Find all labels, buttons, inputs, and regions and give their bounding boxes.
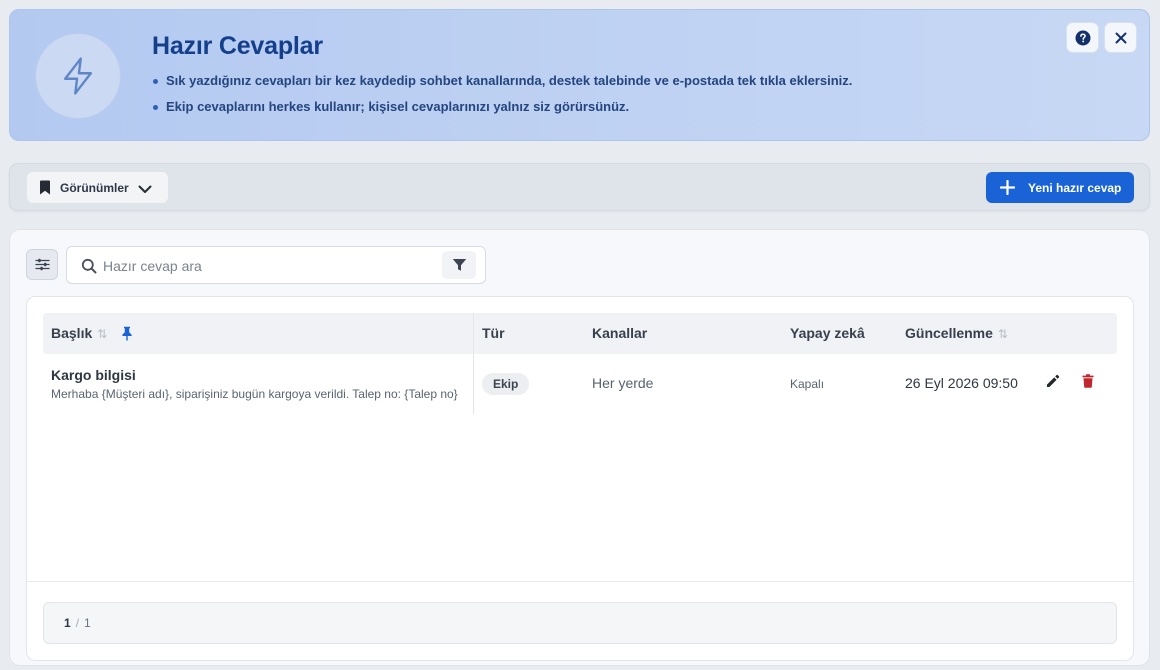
ai-status: Kapalı <box>790 377 825 391</box>
sliders-icon <box>34 258 50 271</box>
column-header-ai[interactable]: Yapay zekâ <box>790 313 865 354</box>
total-pages: 1 <box>84 616 91 630</box>
filter-icon <box>452 259 466 271</box>
channels-value: Her yerde <box>592 375 654 391</box>
bookmark-icon <box>40 180 50 195</box>
delete-icon[interactable] <box>1082 374 1094 388</box>
search-icon <box>81 258 97 274</box>
sort-icon: ⇅ <box>97 327 108 341</box>
search-input[interactable] <box>103 255 433 277</box>
column-header-type[interactable]: Tür <box>482 313 505 354</box>
reply-title: Kargo bilgisi <box>51 367 136 383</box>
views-dropdown[interactable]: Görünümler <box>27 172 168 203</box>
banner-bullet-list: Sık yazdığınız cevapları bir kez kaydedi… <box>152 73 852 125</box>
main-panel: Başlık⇅ Tür Kanallar Yapay zekâ Güncelle… <box>9 229 1150 666</box>
search-box <box>66 246 486 284</box>
column-settings-button[interactable] <box>26 249 58 280</box>
lightning-icon <box>35 33 121 119</box>
table-row[interactable]: Kargo bilgisi Merhaba {Müşteri adı}, sip… <box>43 354 1117 414</box>
new-reply-label: Yeni hazır cevap <box>1028 180 1122 195</box>
toolbar: Görünümler Yeni hazır cevap <box>9 163 1150 211</box>
help-button[interactable] <box>1066 22 1099 53</box>
filter-button[interactable] <box>442 251 476 279</box>
pin-icon[interactable] <box>121 326 133 341</box>
new-reply-button[interactable]: Yeni hazır cevap <box>986 172 1134 203</box>
replies-table: Başlık ⇅ Tür Kanallar Yapay zekâ Güncelle… <box>26 296 1134 661</box>
column-header-channels[interactable]: Kanallar <box>592 313 647 354</box>
chevron-down-icon <box>138 185 152 193</box>
views-label: Görünümler <box>60 180 129 195</box>
updated-at: 26 Eyl 2026 09:50 <box>905 375 1018 391</box>
question-circle-icon <box>1075 30 1090 45</box>
close-button[interactable] <box>1104 22 1137 53</box>
table-header: Başlık ⇅ Tür Kanallar Yapay zekâ Güncelle… <box>43 313 1117 354</box>
page-separator: / <box>75 616 80 630</box>
plus-icon <box>1000 180 1015 195</box>
table-divider <box>27 581 1133 582</box>
type-badge: Ekip <box>482 373 530 395</box>
current-page: 1 <box>64 616 71 630</box>
column-header-title[interactable]: Başlık ⇅ <box>51 313 107 354</box>
pagination: 1 / 1 <box>43 602 1117 644</box>
column-header-updated[interactable]: Güncellenme ⇅ <box>905 313 1008 354</box>
info-banner: Hazır Cevaplar Sık yazdığınız cevapları … <box>9 9 1150 141</box>
reply-body-preview: Merhaba {Müşteri adı}, siparişiniz bugün… <box>51 387 458 401</box>
page-title: Hazır Cevaplar <box>152 32 323 60</box>
close-icon <box>1115 32 1126 43</box>
banner-bullet: Ekip cevaplarını herkes kullanır; kişise… <box>152 99 852 125</box>
edit-icon[interactable] <box>1046 374 1060 388</box>
sort-icon: ⇅ <box>997 327 1008 341</box>
banner-bullet: Sık yazdığınız cevapları bir kez kaydedi… <box>152 73 852 99</box>
